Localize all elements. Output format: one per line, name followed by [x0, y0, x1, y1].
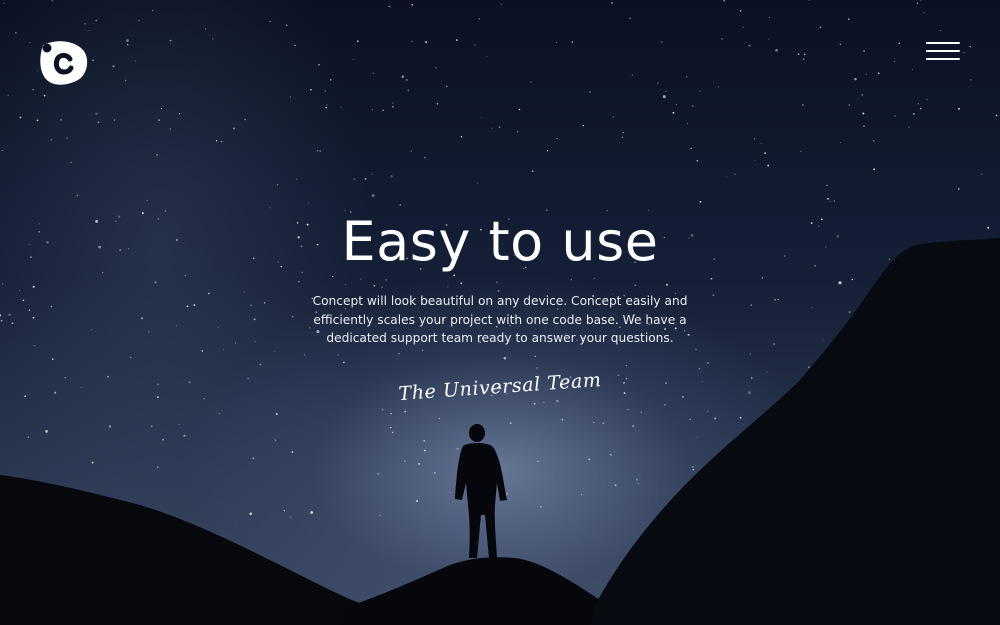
hero-section: Easy to use Concept will look beautiful …: [0, 0, 1000, 625]
left-hill: [0, 475, 365, 625]
brand-logo[interactable]: [36, 36, 88, 88]
hero-headline: Easy to use: [341, 210, 659, 273]
hamburger-menu-icon[interactable]: [926, 42, 960, 62]
menu-line: [926, 42, 960, 44]
concept-c-logo-icon: [40, 41, 88, 85]
center-ridge: [340, 557, 610, 625]
person-silhouette: [455, 424, 507, 558]
menu-line: [926, 50, 960, 52]
hero-description: Concept will look beautiful on any devic…: [312, 294, 688, 346]
menu-line: [926, 58, 960, 60]
